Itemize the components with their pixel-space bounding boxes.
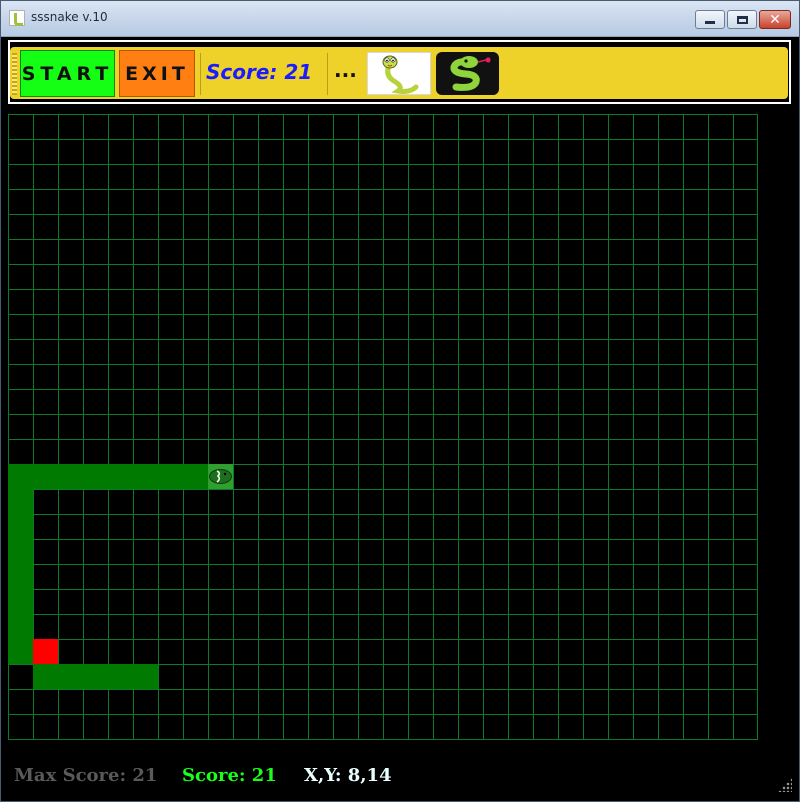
snake-head [208,464,233,489]
snake-segment [133,464,158,489]
app-icon [9,10,25,26]
snake-segment [8,589,33,614]
snake-segment [133,664,158,689]
game-board[interactable] [8,114,758,740]
snake-segment [8,639,33,664]
snake-segment [8,489,33,514]
more-button[interactable]: ... [334,58,357,82]
coordinates-label: X,Y: 8,14 [304,765,392,786]
score-label: Score: 21 [182,765,277,786]
window-title: sssnake v.10 [31,10,108,24]
snake-segment [8,614,33,639]
snake-segment [183,464,208,489]
snake-segment [158,464,183,489]
snake-segment [8,564,33,589]
snake-logo-icon[interactable] [436,52,499,95]
close-icon: ✕ [769,11,781,28]
snake-segment [33,664,58,689]
snake-segment [58,464,83,489]
toolbar-separator [327,53,328,95]
snake-segment [83,664,108,689]
snake-segment [8,464,33,489]
snake-logo-drawing [450,56,491,91]
minimize-icon [705,21,715,24]
snake-head-icon [209,469,232,484]
title-bar[interactable]: sssnake v.10 ✕ [1,1,799,37]
snake-segment [58,664,83,689]
start-button[interactable]: START [20,50,115,97]
snake-segment [83,464,108,489]
exit-button[interactable]: EXIT [119,50,195,97]
snake-segment [33,464,58,489]
snake-segment [108,464,133,489]
snake-cartoon-icon[interactable] [367,52,431,95]
snake-segment [8,539,33,564]
toolbar-score: Score: 21 [206,60,313,84]
maximize-icon [736,15,748,24]
minimize-button[interactable] [695,10,725,29]
close-button[interactable]: ✕ [759,10,791,29]
max-score-label: Max Score: 21 [14,765,158,786]
snake-segment [108,664,133,689]
toolbar-grip[interactable] [12,53,17,95]
maximize-button[interactable] [727,10,757,29]
snake-cartoon-drawing [382,55,419,94]
snake-segment [8,514,33,539]
toolbar-separator [200,53,201,95]
food-item [33,639,58,664]
